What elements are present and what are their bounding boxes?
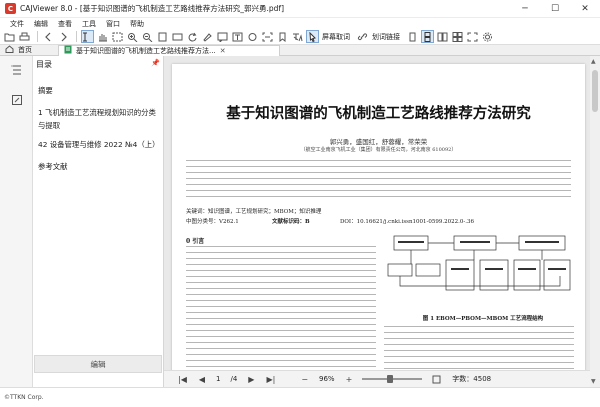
menu-bar: 文件 编辑 查看 工具 窗口 帮助	[0, 18, 600, 29]
paper-affiliation: （航空工业南京飞机工业（集团）有限责任公司，河北南京 610092）	[300, 147, 457, 153]
menu-view[interactable]: 查看	[58, 19, 72, 29]
rotate-icon[interactable]	[186, 30, 199, 43]
tab-home[interactable]: 首页	[0, 45, 58, 56]
toc-item[interactable]: 42 设备管理与维修 2022 №4（上）	[38, 138, 160, 151]
menu-tools[interactable]: 工具	[82, 19, 96, 29]
single-page-icon[interactable]	[406, 30, 419, 43]
annotation-panel-icon[interactable]	[9, 92, 24, 107]
left-toolstrip	[0, 56, 33, 387]
zoom-slider[interactable]	[362, 375, 423, 383]
edit-button[interactable]: 编辑	[34, 355, 162, 373]
document-page[interactable]: 基于知识图谱的飞机制造工艺路线推荐方法研究 郭兴勇，盛国红，舒蓉耀，常荣荣 （航…	[172, 64, 585, 394]
paper-title: 基于知识图谱的飞机制造工艺路线推荐方法研究	[226, 105, 531, 122]
paper-authors: 郭兴勇，盛国红，舒蓉耀，常荣荣	[329, 138, 428, 146]
left-column-text	[186, 246, 376, 386]
close-button[interactable]: ✕	[570, 0, 600, 18]
zoom-out-icon[interactable]	[141, 30, 154, 43]
menu-edit[interactable]: 编辑	[34, 19, 48, 29]
figure-caption: 图 1 EBOM—PBOM—MBOM 工艺流程结构	[422, 316, 544, 322]
hand-tool-icon[interactable]	[96, 30, 109, 43]
two-page-continuous-icon[interactable]	[451, 30, 464, 43]
toc-panel-icon[interactable]	[9, 62, 24, 77]
toc-item[interactable]: 参考文献	[38, 160, 160, 173]
page-forward-icon[interactable]	[57, 30, 70, 43]
select-text-icon[interactable]	[81, 30, 94, 43]
section-heading: 0 引言	[186, 238, 205, 245]
menu-file[interactable]: 文件	[10, 19, 24, 29]
select-image-icon[interactable]	[111, 30, 124, 43]
word-count: 字数：4508	[452, 375, 492, 383]
link-label[interactable]: 划词链接	[372, 32, 400, 42]
vertical-scrollbar[interactable]: ▲ ▼	[590, 56, 600, 387]
settings-icon[interactable]	[481, 30, 494, 43]
toolbar: 屏幕取词 划词链接	[0, 29, 600, 45]
prev-page-icon[interactable]: ◀	[199, 375, 205, 384]
tab-document[interactable]: 基于知识图谱的飞机制造工艺路线推荐方法... ✕	[58, 44, 280, 56]
toc-panel-title: 目录	[36, 60, 52, 69]
minimize-button[interactable]: ─	[510, 0, 540, 18]
bookmark-icon[interactable]	[276, 30, 289, 43]
page-navigation-bar: |◀ ◀ 1 /4 ▶ ▶| − 96% + 字数：4508	[164, 370, 590, 387]
zoom-value[interactable]: 96%	[319, 375, 335, 383]
page-mode-icon[interactable]	[432, 375, 441, 384]
abstract-text-block	[186, 160, 571, 202]
current-page[interactable]: 1	[216, 375, 220, 383]
note-icon[interactable]	[216, 30, 229, 43]
highlight-icon[interactable]	[201, 30, 214, 43]
page-back-icon[interactable]	[42, 30, 55, 43]
screen-word-icon[interactable]	[306, 30, 319, 43]
scroll-up-icon[interactable]: ▲	[591, 58, 596, 65]
fullscreen-icon[interactable]	[466, 30, 479, 43]
maximize-button[interactable]: ☐	[540, 0, 570, 18]
open-folder-icon[interactable]	[3, 30, 16, 43]
toc-item[interactable]: 摘要	[38, 84, 160, 97]
status-bar: ©TTKN Corp.	[0, 387, 600, 407]
two-page-icon[interactable]	[436, 30, 449, 43]
zoom-in-button[interactable]: +	[346, 375, 353, 384]
menu-help[interactable]: 帮助	[130, 19, 144, 29]
link-icon[interactable]	[356, 30, 369, 43]
first-page-icon[interactable]: |◀	[178, 375, 187, 384]
print-icon[interactable]	[18, 30, 31, 43]
zoom-out-button[interactable]: −	[301, 375, 308, 384]
home-icon	[5, 45, 14, 55]
scrollbar-thumb[interactable]	[592, 70, 598, 112]
next-page-icon[interactable]: ▶	[248, 375, 254, 384]
screen-word-label[interactable]: 屏幕取词	[322, 32, 350, 42]
paper-doi: DOI：10.16621/j.cnki.issn1001-0599.2022.0…	[340, 219, 475, 225]
copyright-text: ©TTKN Corp.	[4, 394, 44, 401]
menu-window[interactable]: 窗口	[106, 19, 120, 29]
title-bar: C CAJViewer 8.0 - [基于知识图谱的飞机制造工艺路线推荐方法研究…	[0, 0, 600, 18]
pin-icon[interactable]: 📌	[151, 59, 160, 67]
ocr-icon[interactable]	[261, 30, 274, 43]
tab-home-label: 首页	[18, 46, 32, 54]
tab-document-label: 基于知识图谱的飞机制造工艺路线推荐方法...	[76, 46, 216, 55]
tab-bar: 首页 基于知识图谱的飞机制造工艺路线推荐方法... ✕	[0, 44, 600, 56]
toc-panel: 目录 📌 摘要 1 飞机制造工艺流程规划知识的分类与提取 42 设备管理与维修 …	[33, 56, 164, 387]
zoom-slider-knob[interactable]	[387, 375, 394, 383]
paper-doc-code: 文献标识码：B	[272, 219, 310, 225]
paper-clc: 中图分类号：V262.1	[186, 219, 239, 225]
window-title: CAJViewer 8.0 - [基于知识图谱的飞机制造工艺路线推荐方法研究_郭…	[20, 4, 285, 13]
window-controls: ─ ☐ ✕	[510, 0, 600, 18]
cajviewer-logo-icon: C	[5, 3, 16, 14]
zoom-in-icon[interactable]	[126, 30, 139, 43]
total-pages: /4	[230, 375, 238, 383]
toolbar-separator	[37, 31, 38, 42]
tab-close-icon[interactable]: ✕	[220, 47, 226, 55]
translate-icon[interactable]	[291, 30, 304, 43]
fit-page-icon[interactable]	[156, 30, 169, 43]
fit-width-icon[interactable]	[171, 30, 184, 43]
paper-keywords: 关键词：知识图谱，工艺规划研究；MBOM；知识推理	[186, 209, 322, 215]
process-flow-figure	[387, 235, 571, 291]
text-box-icon[interactable]	[231, 30, 244, 43]
continuous-page-icon[interactable]	[421, 30, 434, 43]
toolbar-separator	[76, 31, 77, 42]
shape-icon[interactable]	[246, 30, 259, 43]
last-page-icon[interactable]: ▶|	[266, 375, 275, 384]
scroll-down-icon[interactable]: ▼	[591, 378, 596, 385]
document-icon	[64, 45, 72, 56]
toc-item[interactable]: 1 飞机制造工艺流程规划知识的分类与提取	[38, 106, 160, 132]
